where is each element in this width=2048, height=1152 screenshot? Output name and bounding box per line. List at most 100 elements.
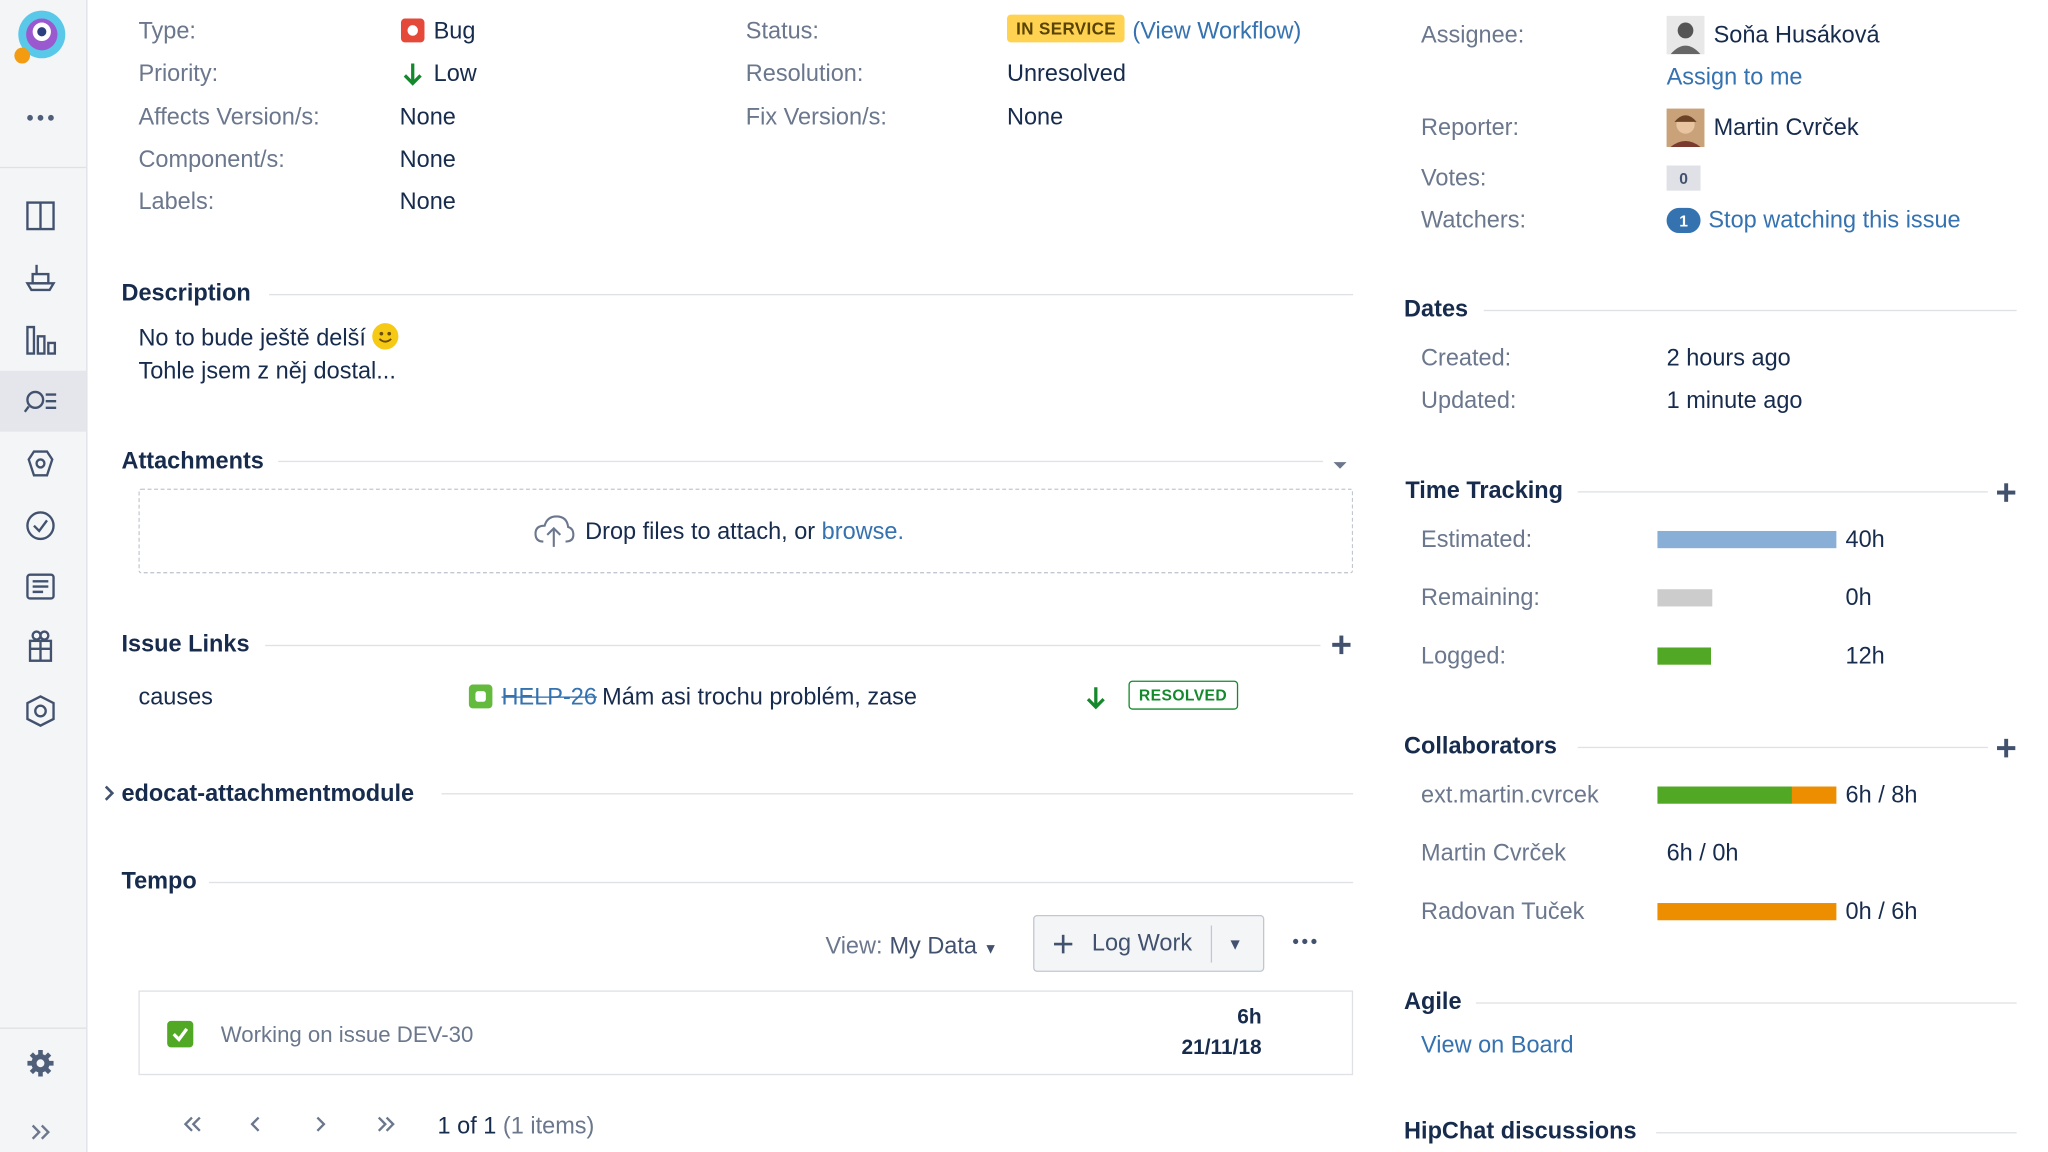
votes-badge[interactable]: 0 <box>1666 165 1701 191</box>
components-icon[interactable] <box>21 444 60 484</box>
prev-page-icon[interactable] <box>244 1112 268 1136</box>
add-link-icon[interactable] <box>1331 634 1352 655</box>
check-circle-icon[interactable] <box>21 506 60 546</box>
link-relation: causes <box>138 683 213 710</box>
log-work-dropdown-icon[interactable]: ▼ <box>1227 934 1243 953</box>
view-dropdown[interactable]: My Data ▼ <box>889 932 997 960</box>
logged-value: 12h <box>1845 642 1885 669</box>
votes-label: Votes: <box>1421 164 1487 191</box>
resolved-lozenge: RESOLVED <box>1128 680 1238 710</box>
ship-icon[interactable] <box>21 257 60 297</box>
worklog-check-icon <box>167 1020 194 1048</box>
affects-value: None <box>399 103 456 130</box>
browse-link[interactable]: browse. <box>822 518 904 544</box>
collaborator-remaining-bar <box>1657 903 1837 921</box>
estimated-label: Estimated: <box>1421 525 1533 553</box>
watchers-badge[interactable]: 1 <box>1666 207 1701 234</box>
module-heading[interactable]: edocat-attachmentmodule <box>121 780 414 808</box>
updated-value: 1 minute ago <box>1666 386 1803 414</box>
collaborator-value: 6h / 0h <box>1666 839 1739 866</box>
story-icon <box>468 684 493 709</box>
priority-value: Low <box>433 59 477 87</box>
board-icon[interactable] <box>21 196 60 236</box>
collaborator-name[interactable]: Martin Cvrček <box>1421 839 1566 867</box>
arrow-down-low-icon <box>401 61 425 87</box>
collaborators-heading: Collaborators <box>1404 732 1557 759</box>
settings-hex-icon[interactable] <box>21 691 60 731</box>
chevron-right-icon[interactable] <box>102 783 118 804</box>
time-tracking-heading: Time Tracking <box>1405 476 1564 504</box>
reporter-avatar <box>1666 108 1705 147</box>
remaining-bar <box>1657 589 1713 607</box>
add-collaborator-icon[interactable] <box>1996 738 2017 759</box>
components-value: None <box>399 145 456 173</box>
view-on-board-link[interactable]: View on Board <box>1421 1031 1573 1059</box>
status-lozenge[interactable]: IN SERVICE <box>1007 14 1126 43</box>
linked-issue-key[interactable]: HELP-26 <box>502 683 597 711</box>
issue-links-heading: Issue Links <box>121 630 250 657</box>
worklog-date: 21/11/18 <box>1181 1036 1262 1060</box>
estimated-value: 40h <box>1845 525 1885 553</box>
affects-label: Affects Version/s: <box>138 103 320 130</box>
estimated-bar <box>1657 530 1837 549</box>
cloud-upload-icon <box>533 512 575 549</box>
tempo-heading: Tempo <box>121 867 197 894</box>
expand-sidebar-icon[interactable] <box>21 1112 60 1152</box>
collaborator-value: 0h / 6h <box>1845 897 1918 925</box>
bug-icon <box>400 18 425 43</box>
gift-icon[interactable] <box>21 626 60 666</box>
description-line-1: No to bude ještě delší <box>138 323 399 352</box>
remaining-value: 0h <box>1845 583 1872 611</box>
view-workflow-link[interactable]: (View Workflow) <box>1132 17 1301 45</box>
logged-bar <box>1657 647 1712 665</box>
description-line-2: Tohle jsem z něj dostal... <box>138 357 396 384</box>
list-icon[interactable] <box>21 567 60 607</box>
search-issues-icon[interactable] <box>21 381 60 421</box>
plus-icon <box>1053 933 1074 954</box>
log-work-button[interactable]: Log Work ▼ <box>1033 914 1265 972</box>
resolution-value: Unresolved <box>1007 59 1126 87</box>
drop-files-text: Drop files to attach, or browse. <box>585 517 905 545</box>
priority-low-icon <box>1084 685 1108 711</box>
add-time-icon[interactable] <box>1996 482 2017 503</box>
reporter-name[interactable]: Martin Cvrček <box>1714 114 1859 142</box>
labels-value: None <box>399 188 456 215</box>
collaborator-remaining-bar <box>1791 786 1837 804</box>
next-page-icon[interactable] <box>308 1112 332 1136</box>
more-icon[interactable] <box>21 98 60 138</box>
more-actions-icon[interactable] <box>1290 930 1319 954</box>
app-logo[interactable] <box>13 8 70 66</box>
description-heading: Description <box>121 279 251 306</box>
collaborator-logged-bar <box>1657 786 1792 804</box>
stop-watching-link[interactable]: Stop watching this issue <box>1708 207 1960 235</box>
fix-version-value: None <box>1007 103 1064 130</box>
logged-label: Logged: <box>1421 642 1507 669</box>
assignee-name[interactable]: Soňa Husáková <box>1714 21 1880 49</box>
assignee-label: Assignee: <box>1421 21 1525 48</box>
view-label: View: <box>825 932 883 959</box>
dates-heading: Dates <box>1404 295 1469 322</box>
worklog-hours: 6h <box>1237 1006 1262 1029</box>
attachments-menu-icon[interactable] <box>1331 454 1349 469</box>
collaborator-name[interactable]: Radovan Tuček <box>1421 898 1584 926</box>
gear-icon[interactable] <box>21 1043 60 1083</box>
resolution-label: Resolution: <box>745 59 864 87</box>
watchers-label: Watchers: <box>1421 206 1526 234</box>
remaining-label: Remaining: <box>1421 583 1540 611</box>
reports-icon[interactable] <box>21 320 60 360</box>
smiley-icon <box>372 323 399 350</box>
first-page-icon[interactable] <box>180 1112 206 1136</box>
collaborator-name[interactable]: ext.martin.cvrcek <box>1421 781 1599 809</box>
last-page-icon[interactable] <box>372 1112 398 1136</box>
created-label: Created: <box>1421 344 1512 371</box>
updated-label: Updated: <box>1421 386 1517 414</box>
pagination-text: 1 of 1 (1 items) <box>437 1112 595 1139</box>
sidebar <box>0 0 88 1152</box>
hipchat-heading: HipChat discussions <box>1404 1117 1637 1145</box>
agile-heading: Agile <box>1404 987 1462 1015</box>
created-value: 2 hours ago <box>1666 344 1791 371</box>
fix-version-label: Fix Version/s: <box>745 103 887 130</box>
linked-issue-summary[interactable]: Mám asi trochu problém, zase <box>602 683 917 711</box>
assign-to-me-link[interactable]: Assign to me <box>1667 64 1803 92</box>
collaborator-value: 6h / 8h <box>1845 781 1918 808</box>
